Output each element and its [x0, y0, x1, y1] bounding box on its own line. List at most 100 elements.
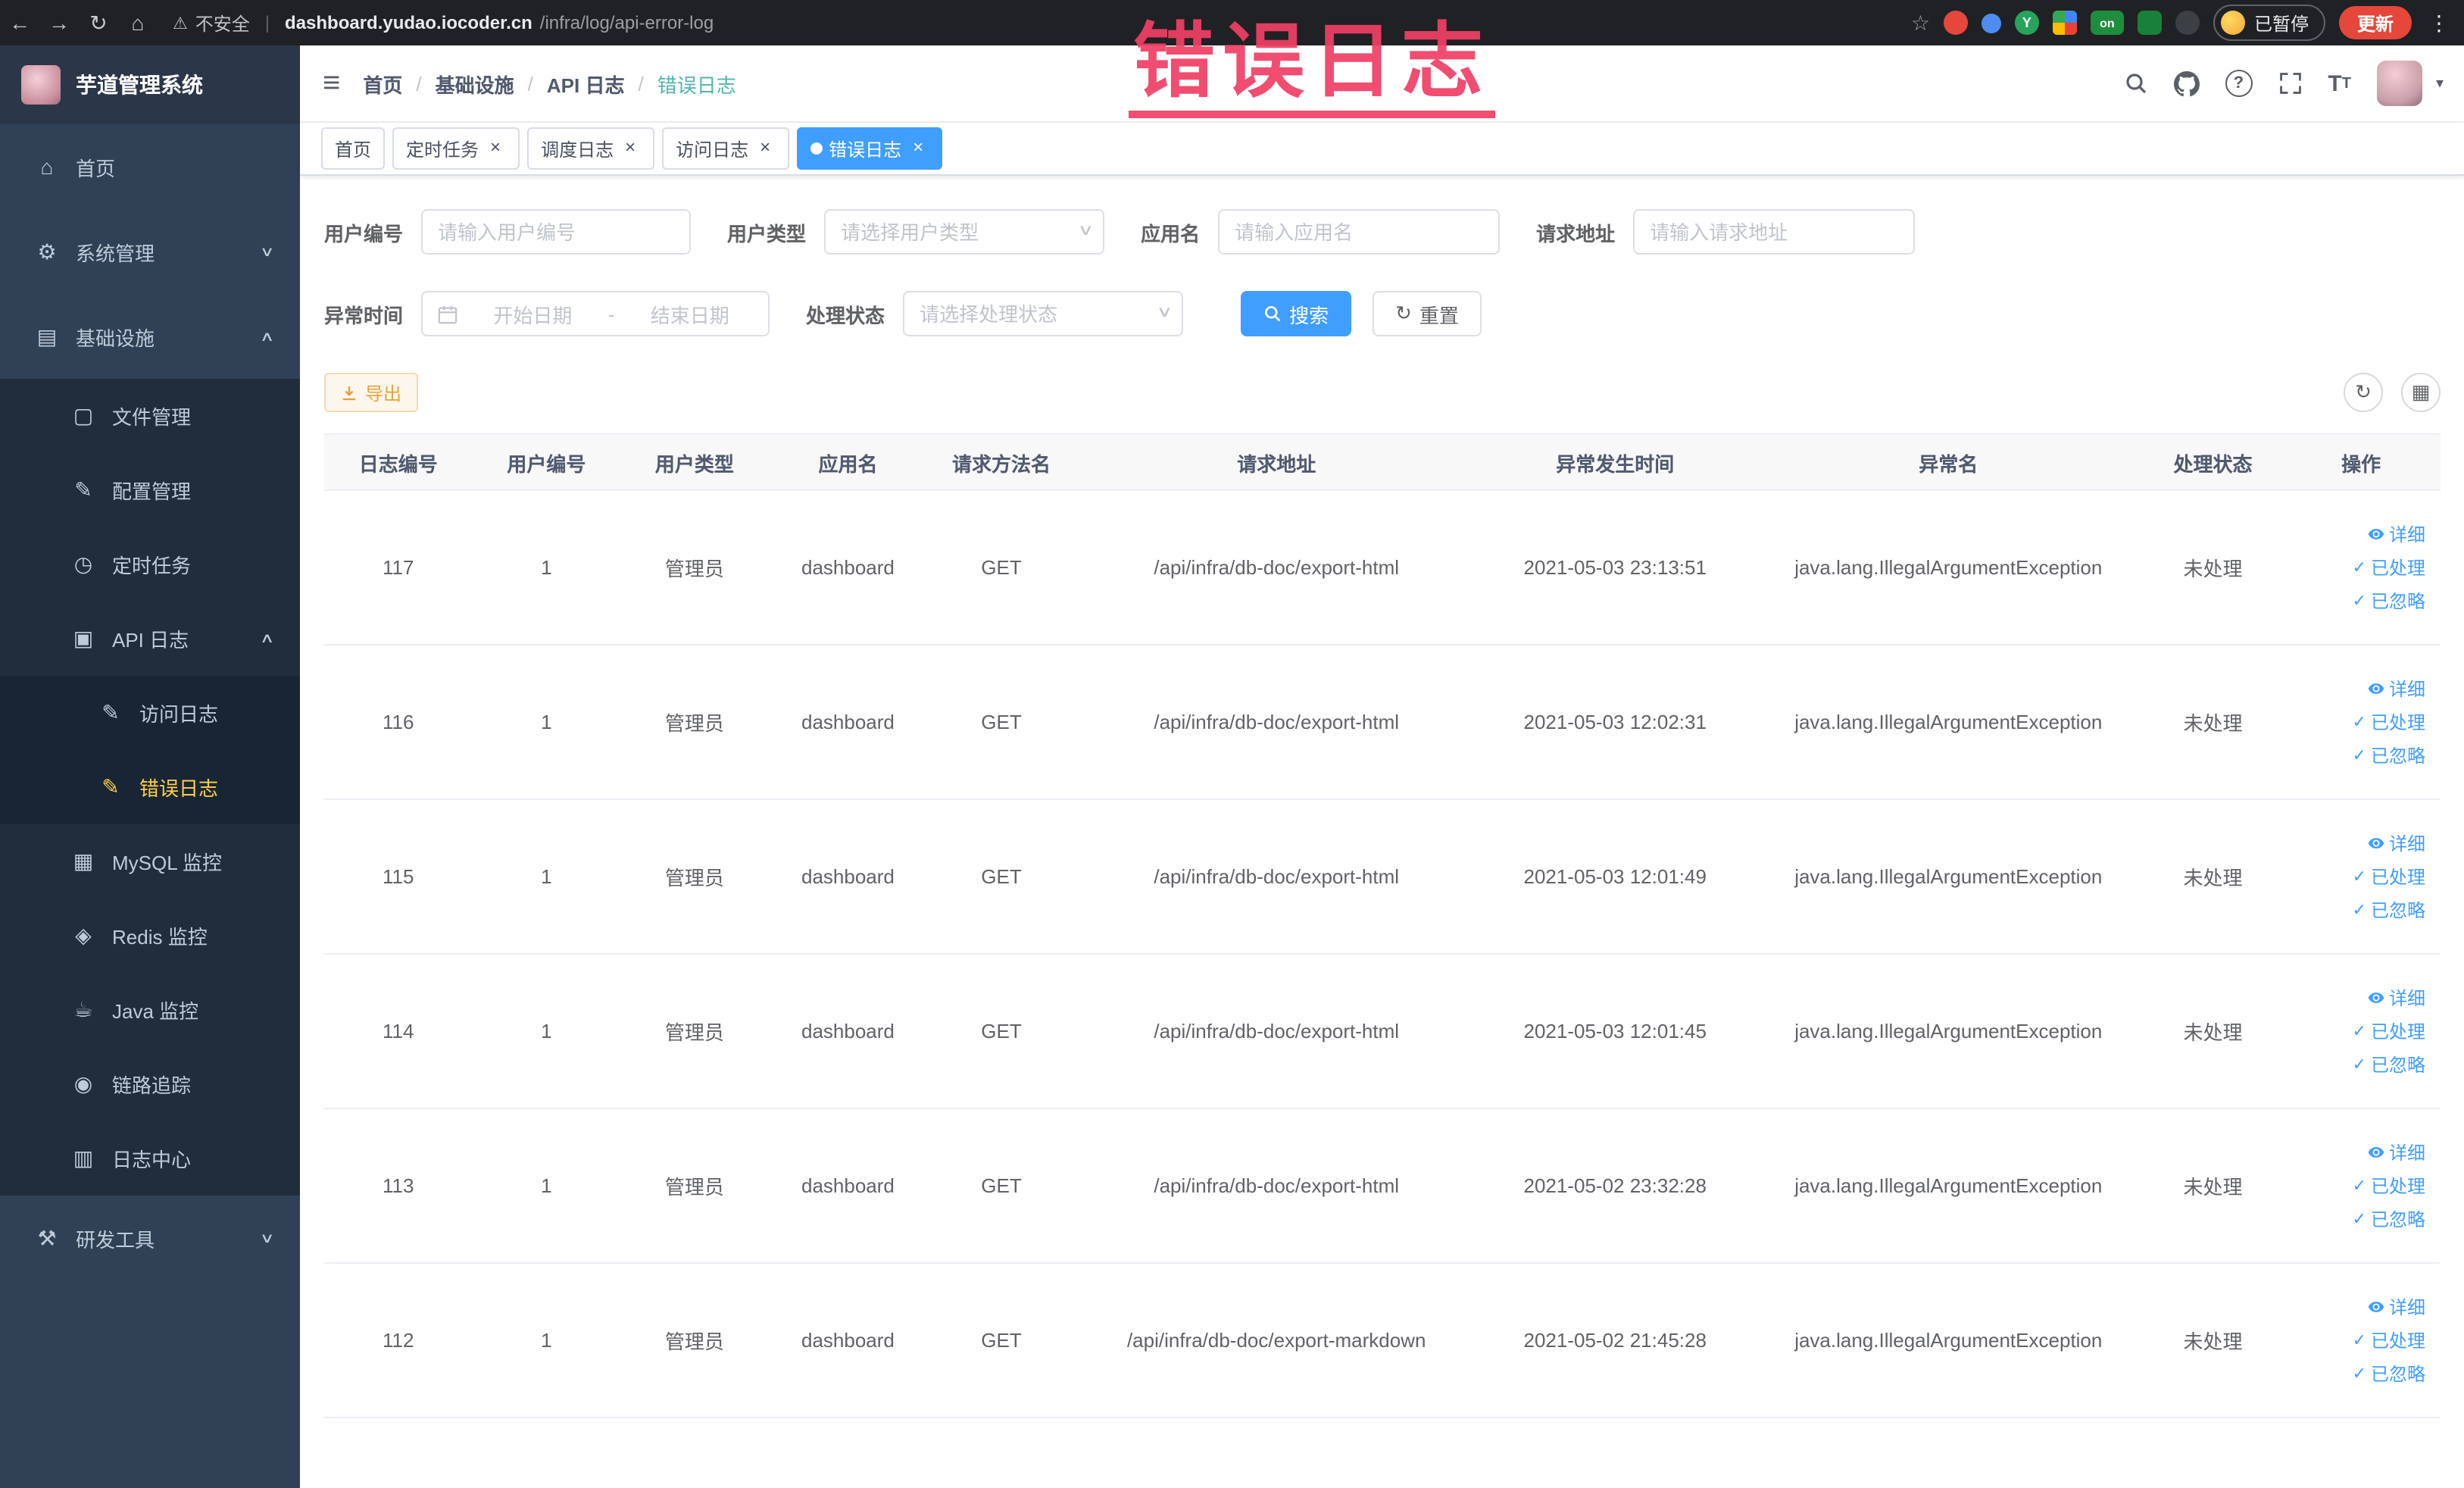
eye-icon [2368, 1302, 2384, 1312]
refresh-button[interactable]: ↻ [2344, 373, 2383, 412]
search-button[interactable]: 搜索 [1241, 291, 1352, 336]
github-icon[interactable] [2173, 70, 2200, 96]
close-icon[interactable]: × [485, 137, 506, 159]
browser-menu-icon[interactable]: ⋮ [2428, 10, 2450, 36]
update-button[interactable]: 更新 [2338, 6, 2412, 39]
detail-link[interactable]: 详细 [2368, 676, 2425, 702]
collapse-sidebar-button[interactable]: ≡ [300, 66, 363, 101]
tab-scheduled-jobs[interactable]: 定时任务 × [392, 127, 520, 170]
ignored-link[interactable]: ✓ 已忽略 [2353, 1206, 2425, 1232]
home-icon[interactable]: ⌂ [118, 11, 158, 35]
col-time: 异常发生时间 [1477, 433, 1753, 491]
column-settings-button[interactable]: ▦ [2401, 373, 2441, 412]
avatar[interactable] [2376, 61, 2422, 106]
forward-icon[interactable]: → [39, 11, 79, 35]
ignored-link[interactable]: ✓ 已忽略 [2353, 1052, 2425, 1077]
close-icon[interactable]: × [754, 137, 776, 159]
mysql-icon: ▦ [73, 849, 94, 873]
sidebar-item-redis-monitor[interactable]: ◈ Redis 监控 [0, 899, 300, 973]
fullscreen-icon[interactable] [2278, 71, 2302, 95]
cell-user-id: 1 [472, 954, 621, 1109]
extension-icon[interactable] [1981, 13, 2001, 33]
check-icon: ✓ [2352, 902, 2366, 920]
export-button[interactable]: 导出 [324, 373, 419, 412]
check-icon: ✓ [2352, 1365, 2366, 1383]
app-logo[interactable]: 芋道管理系统 [0, 45, 300, 124]
bookmark-star-icon[interactable]: ☆ [1911, 10, 1930, 35]
detail-link[interactable]: 详细 [2368, 1139, 2425, 1165]
filter-process-status: 处理状态 ∨ [806, 291, 1184, 336]
sidebar-item-api-log[interactable]: ▣ API 日志 ∧ [0, 602, 300, 676]
sidebar-item-file-mgmt[interactable]: ▢ 文件管理 [0, 379, 300, 453]
detail-link[interactable]: 详细 [2368, 521, 2425, 547]
detail-link[interactable]: 详细 [2368, 830, 2425, 856]
reload-icon[interactable]: ↻ [79, 10, 118, 36]
date-range-picker[interactable]: 开始日期 - 结束日期 [421, 291, 770, 336]
sidebar-item-java-monitor[interactable]: ☕ Java 监控 [0, 973, 300, 1047]
detail-link[interactable]: 详细 [2368, 985, 2425, 1011]
close-icon[interactable]: × [620, 137, 641, 159]
profile-chip[interactable]: 已暂停 [2213, 5, 2325, 41]
processed-link[interactable]: ✓ 已处理 [2353, 1173, 2425, 1199]
cell-status: 未处理 [2144, 1108, 2282, 1264]
close-icon[interactable]: × [907, 137, 929, 159]
sidebar-item-mysql-monitor[interactable]: ▦ MySQL 监控 [0, 824, 300, 899]
extension-on-icon[interactable]: on [2090, 11, 2124, 35]
address-bar[interactable]: ⚠ 不安全 | dashboard.yudao.iocoder.cn/infra… [173, 10, 714, 36]
extension-icon[interactable]: Y [2014, 11, 2039, 35]
tab-error-log[interactable]: 错误日志 × [797, 127, 943, 170]
help-icon[interactable]: ? [2225, 70, 2253, 97]
extensions-grid-icon[interactable] [2052, 11, 2077, 35]
sidebar-item-system-mgmt[interactable]: ⚙ 系统管理 ∨ [0, 209, 300, 294]
col-user-id: 用户编号 [472, 433, 621, 491]
processed-link[interactable]: ✓ 已处理 [2353, 864, 2425, 889]
app-name-input[interactable] [1218, 209, 1501, 255]
extension-icon[interactable] [2137, 11, 2162, 35]
error-log-table: 日志编号 用户编号 用户类型 应用名 请求方法名 请求地址 异常发生时间 异常名… [324, 433, 2441, 1418]
breadcrumb-api-log[interactable]: API 日志 [547, 69, 625, 98]
gear-icon: ⚙ [37, 239, 57, 263]
tab-access-log[interactable]: 访问日志 × [662, 127, 790, 170]
ignored-link[interactable]: ✓ 已忽略 [2353, 742, 2425, 768]
request-url-input[interactable] [1633, 209, 1916, 255]
sidebar-item-scheduled-jobs[interactable]: ◷ 定时任务 [0, 527, 300, 602]
check-icon: ✓ [2352, 1332, 2366, 1350]
breadcrumb-home[interactable]: 首页 [363, 69, 402, 98]
processed-link[interactable]: ✓ 已处理 [2353, 1018, 2425, 1044]
sidebar-item-tracing[interactable]: ◉ 链路追踪 [0, 1047, 300, 1121]
cell-app-name: dashboard [768, 1263, 928, 1418]
process-status-select[interactable] [903, 291, 1184, 336]
sidebar-item-infrastructure[interactable]: ▤ 基础设施 ∧ [0, 294, 300, 379]
cell-method: GET [927, 1108, 1076, 1264]
sidebar-item-home[interactable]: ⌂ 首页 [0, 124, 300, 209]
redis-icon: ◈ [75, 923, 92, 947]
sidebar-item-error-log[interactable]: ✎ 错误日志 [0, 750, 300, 824]
sidebar-item-dev-tools[interactable]: ⚒ 研发工具 ∨ [0, 1196, 300, 1280]
sidebar-item-log-center[interactable]: ▥ 日志中心 [0, 1121, 300, 1196]
processed-link[interactable]: ✓ 已处理 [2353, 1327, 2425, 1353]
processed-link[interactable]: ✓ 已处理 [2353, 709, 2425, 735]
extension-icon[interactable] [1943, 11, 1968, 35]
user-id-input[interactable] [421, 209, 692, 255]
processed-link[interactable]: ✓ 已处理 [2353, 555, 2425, 580]
sidebar-item-config-mgmt[interactable]: ✎ 配置管理 [0, 453, 300, 527]
reset-button[interactable]: ↻ 重置 [1373, 291, 1482, 336]
security-label: 不安全 [195, 13, 250, 34]
back-icon[interactable]: ← [0, 11, 39, 35]
sidebar-item-access-log[interactable]: ✎ 访问日志 [0, 676, 300, 750]
url-path: /infra/log/api-error-log [539, 12, 714, 33]
ignored-link[interactable]: ✓ 已忽略 [2353, 897, 2425, 923]
tab-home[interactable]: 首页 [321, 127, 386, 170]
breadcrumb-infrastructure[interactable]: 基础设施 [436, 69, 514, 98]
detail-link[interactable]: 详细 [2368, 1294, 2425, 1320]
extension-icon[interactable] [2175, 11, 2200, 35]
cell-actions: 详细 ✓ 已处理 ✓ 已忽略 [2281, 799, 2441, 955]
ignored-link[interactable]: ✓ 已忽略 [2353, 588, 2425, 614]
user-type-select[interactable] [824, 209, 1105, 255]
eye-icon [2368, 683, 2384, 694]
ignored-link[interactable]: ✓ 已忽略 [2353, 1361, 2425, 1386]
tab-schedule-log[interactable]: 调度日志 × [527, 127, 655, 170]
font-size-icon[interactable]: TT [2328, 70, 2351, 96]
search-icon[interactable] [2123, 71, 2147, 95]
chevron-down-icon: ∨ [260, 1230, 276, 1245]
